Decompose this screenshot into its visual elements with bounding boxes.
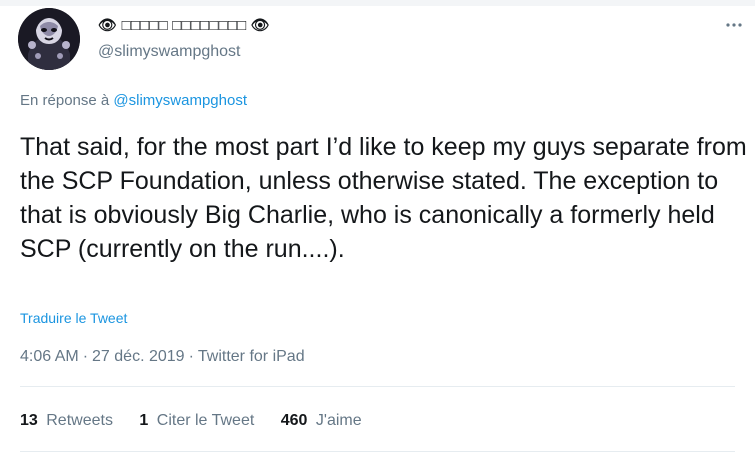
avatar[interactable] <box>18 8 80 70</box>
likes-stat[interactable]: 460 J'aime <box>281 411 362 431</box>
likes-count: 460 <box>280 412 308 429</box>
tweet-source[interactable]: Twitter for iPad <box>198 348 305 365</box>
quotes-count: 1 <box>139 412 149 429</box>
quotes-stat[interactable]: 1 Citer le Tweet <box>139 411 254 431</box>
tweet-date[interactable]: 27 déc. 2019 <box>92 348 185 365</box>
avatar-image <box>18 8 80 70</box>
top-divider <box>0 0 755 6</box>
tweet-time[interactable]: 4:06 AM <box>20 348 79 365</box>
tweet-card: 👁 □□□□□ □□□□□□□□ 👁 @slimyswampghost En r… <box>0 0 755 462</box>
retweets-stat[interactable]: 13 Retweets <box>20 411 113 431</box>
meta-separator: · <box>82 348 89 365</box>
reply-context: En réponse à @slimyswampghost <box>20 91 247 111</box>
tweet-text: That said, for the most part I’d like to… <box>20 133 747 263</box>
retweets-count: 13 <box>20 412 38 429</box>
meta-separator: · <box>188 348 194 365</box>
quotes-label: Citer le Tweet <box>156 412 255 429</box>
tweet-stats: 13 Retweets 1 Citer le Tweet 460 J'aime <box>20 411 384 431</box>
stats-bottom-divider <box>20 451 735 452</box>
user-handle[interactable]: @slimyswampghost <box>98 42 241 62</box>
more-icon[interactable] <box>725 17 743 27</box>
stats-top-divider <box>20 386 735 387</box>
more-icon-graphic <box>726 23 742 27</box>
tweet-meta: 4:06 AM · 27 déc. 2019 · Twitter for iPad <box>20 347 305 367</box>
retweets-label: Retweets <box>46 412 113 429</box>
reply-prefix: En réponse à <box>20 92 110 109</box>
likes-label: J'aime <box>315 412 362 429</box>
reply-mention-link[interactable]: @slimyswampghost <box>113 92 247 109</box>
translate-tweet-link[interactable]: Traduire le Tweet <box>20 309 127 327</box>
display-name[interactable]: 👁 □□□□□ □□□□□□□□ 👁 <box>98 17 270 34</box>
